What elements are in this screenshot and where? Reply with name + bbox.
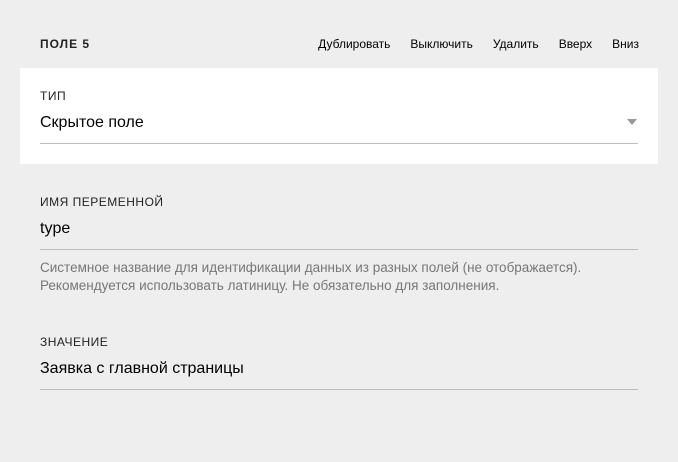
hint-line-2: Рекомендуется использовать латиницу. Не … <box>40 278 500 293</box>
variable-name-label: ИМЯ ПЕРЕМЕННОЙ <box>40 195 164 209</box>
type-label: ТИП <box>40 89 67 103</box>
delete-button[interactable]: Удалить <box>493 37 539 51</box>
move-up-button[interactable]: Вверх <box>559 37 592 51</box>
field-header: ПОЛЕ 5 Дублировать Выключить Удалить Вве… <box>40 36 639 52</box>
hint-line-1: Системное название для идентификации дан… <box>40 260 582 275</box>
variable-name-input[interactable]: type <box>40 217 638 250</box>
duplicate-button[interactable]: Дублировать <box>318 37 390 51</box>
move-down-button[interactable]: Вниз <box>612 37 639 51</box>
type-panel: ТИП Скрытое поле <box>20 68 658 164</box>
field-title: ПОЛЕ 5 <box>40 37 91 51</box>
field-actions: Дублировать Выключить Удалить Вверх Вниз <box>318 37 639 51</box>
disable-button[interactable]: Выключить <box>410 37 472 51</box>
value-label: ЗНАЧЕНИЕ <box>40 335 109 349</box>
value-input[interactable]: Заявка с главной страницы <box>40 357 638 390</box>
value-input-value: Заявка с главной страницы <box>40 360 244 377</box>
chevron-down-icon[interactable] <box>627 119 637 125</box>
variable-name-value: type <box>40 220 71 237</box>
type-select-value: Скрытое поле <box>40 114 144 131</box>
variable-name-hint: Системное название для идентификации дан… <box>40 259 638 295</box>
type-select[interactable]: Скрытое поле <box>40 110 638 144</box>
